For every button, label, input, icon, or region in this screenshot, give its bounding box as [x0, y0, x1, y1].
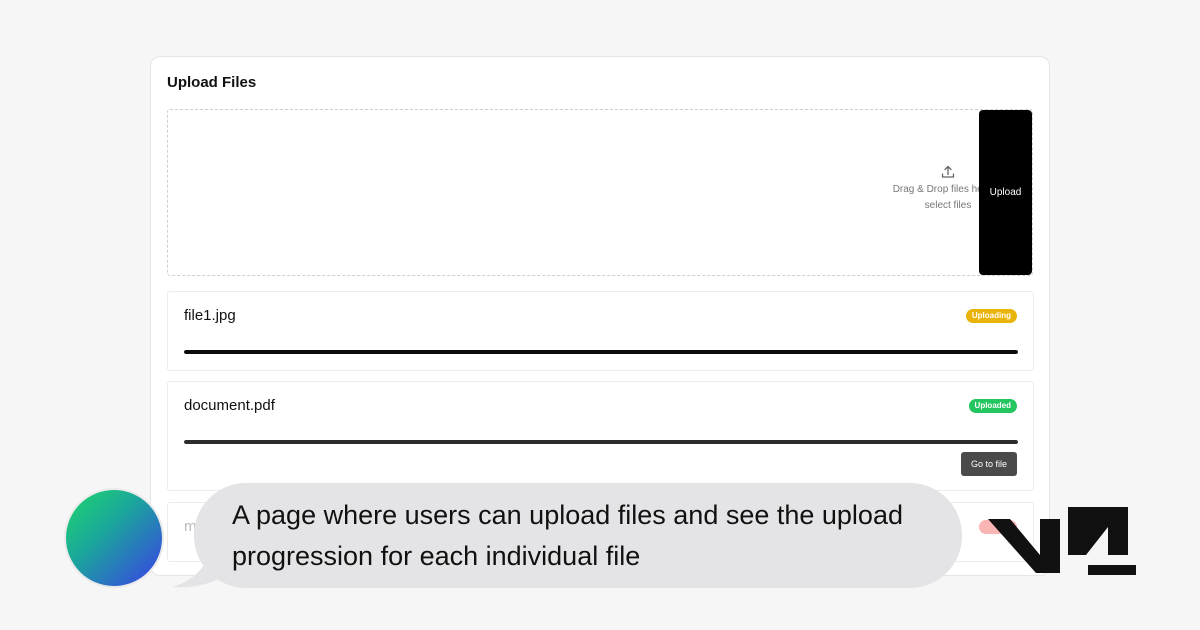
progress-bar: [184, 440, 1018, 444]
avatar: [64, 488, 164, 588]
status-badge: Uploading: [965, 309, 1017, 323]
chat-message: A page where users can upload files and …: [232, 500, 903, 571]
file-row: file1.jpg Uploading: [167, 291, 1034, 371]
file-name: document.pdf: [184, 397, 275, 414]
status-badge: Uploaded: [968, 399, 1017, 413]
go-to-file-button[interactable]: Go to file: [960, 452, 1017, 476]
upload-icon: [941, 165, 955, 178]
progress-fill: [184, 350, 1018, 354]
dropzone[interactable]: Drag & Drop files here or select files U…: [167, 109, 1033, 276]
progress-fill: [184, 440, 1018, 444]
card-title: Upload Files: [167, 74, 257, 91]
progress-bar: [184, 350, 1018, 354]
file-row: document.pdf Uploaded Go to file: [167, 381, 1034, 491]
chat-bubble: A page where users can upload files and …: [194, 483, 962, 588]
v0-logo: [988, 507, 1136, 575]
file-name: file1.jpg: [184, 307, 236, 324]
upload-button[interactable]: Upload: [979, 110, 1032, 275]
